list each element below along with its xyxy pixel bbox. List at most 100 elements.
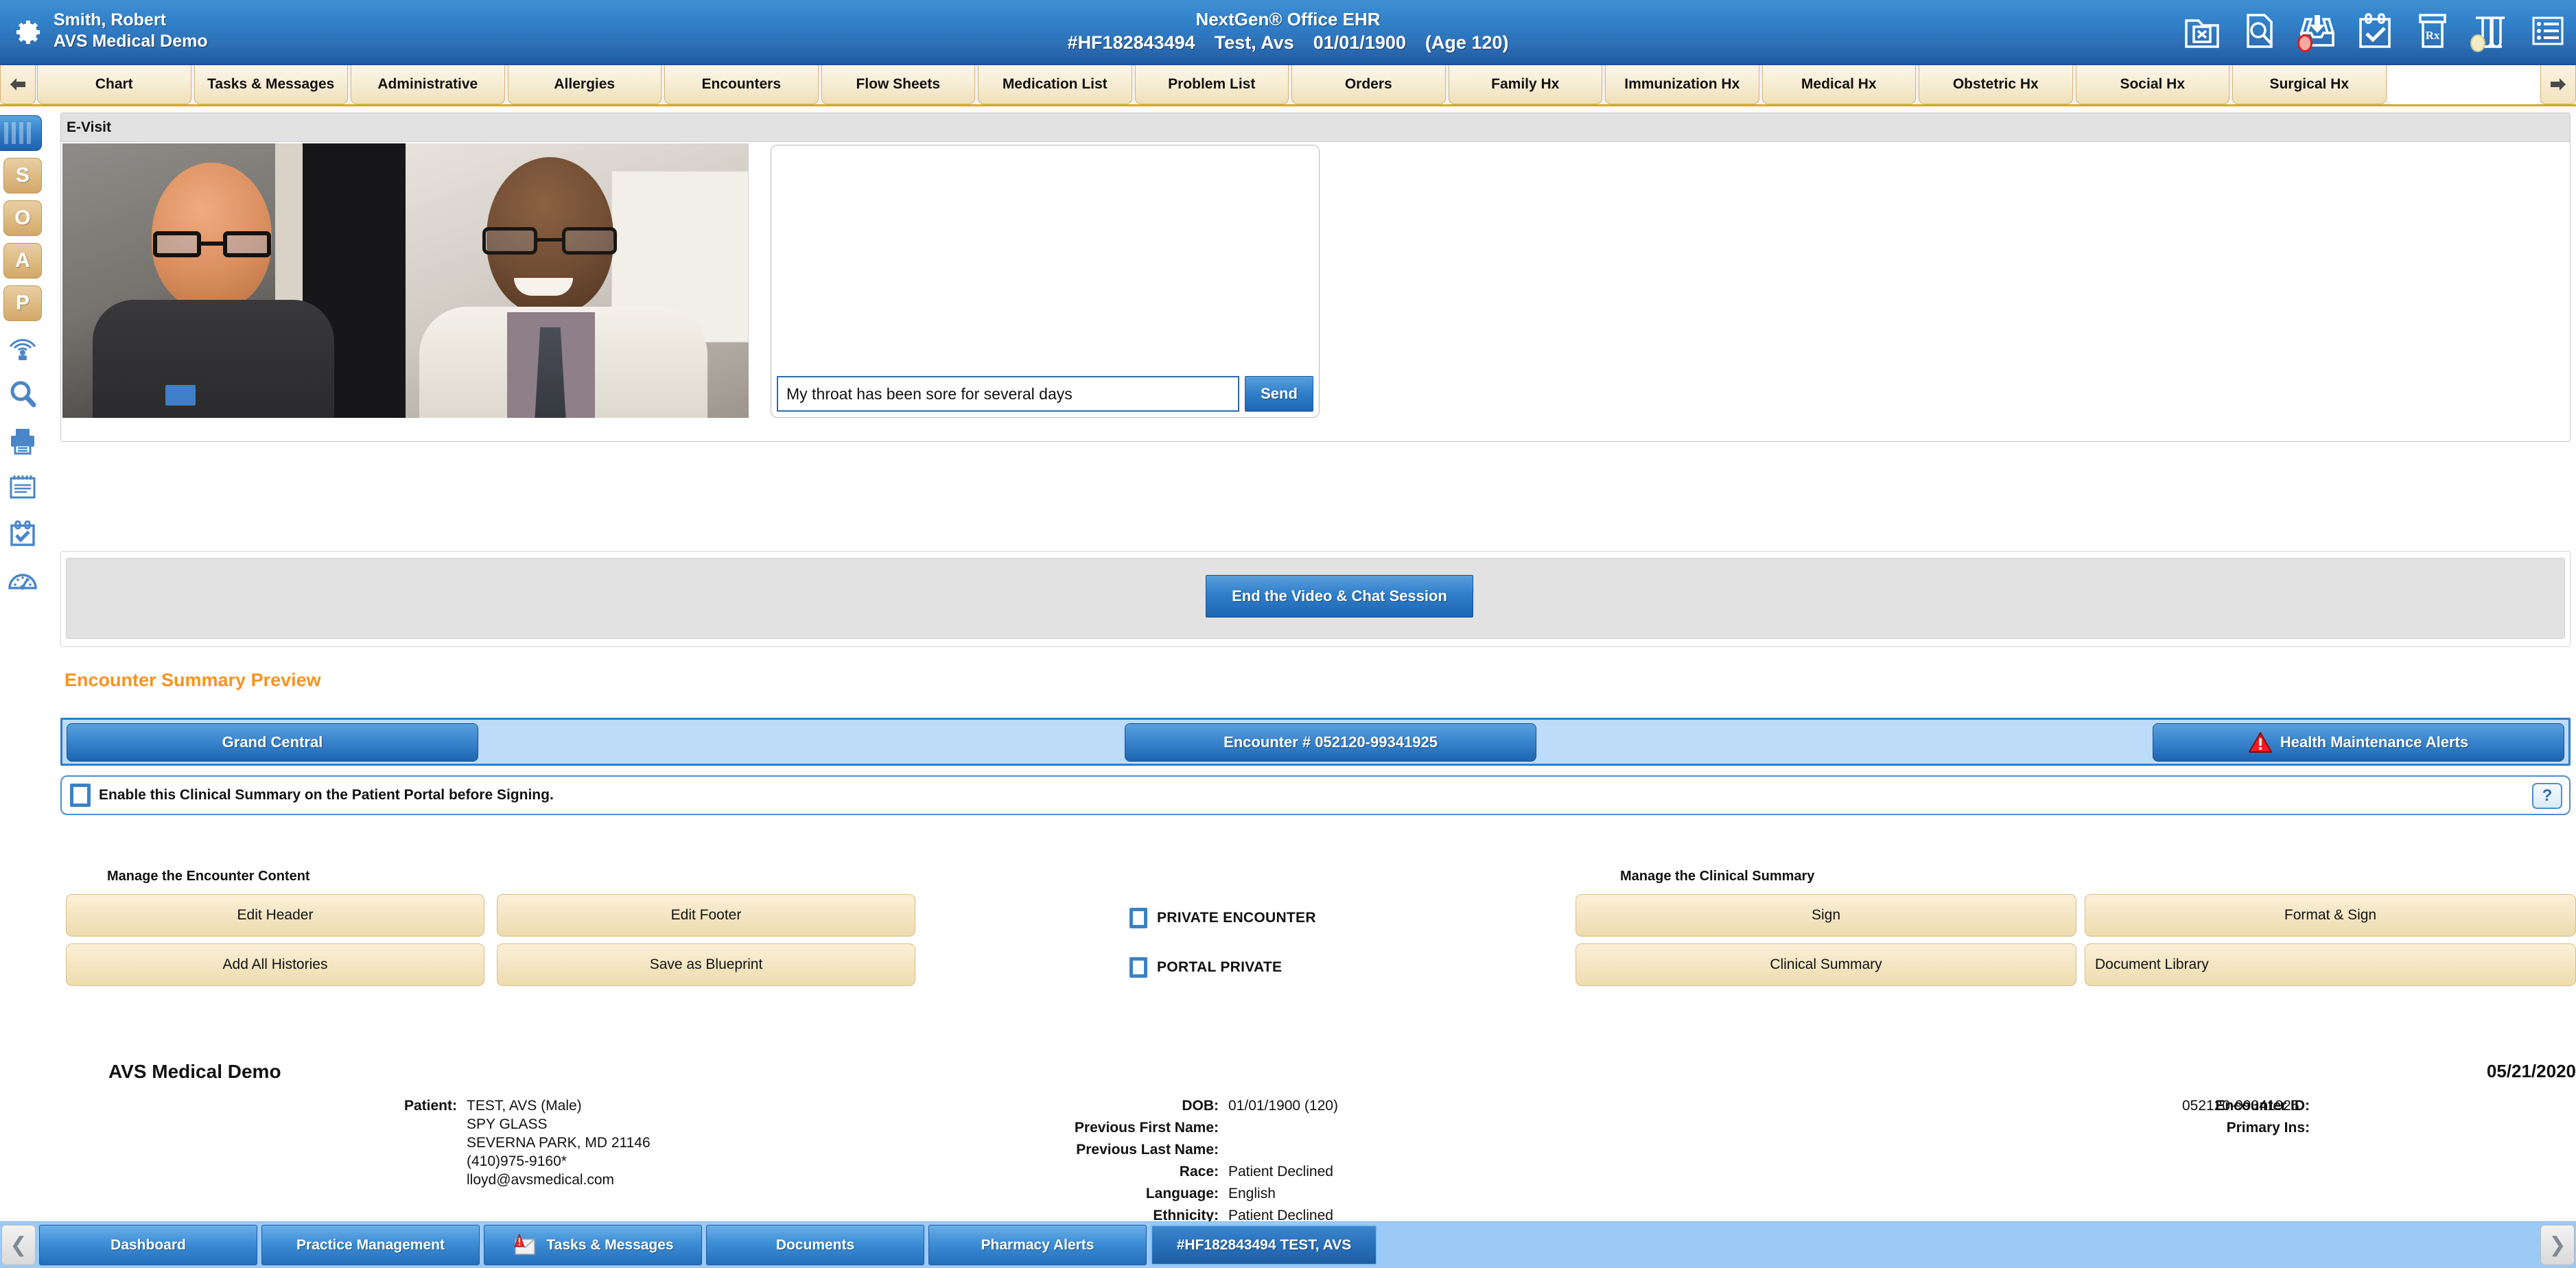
tab-encounters[interactable]: Encounters	[664, 65, 819, 104]
doc-field-race: Race:	[1179, 1164, 1219, 1179]
arrow-left-icon	[10, 78, 25, 91]
arrow-right-icon	[2551, 78, 2566, 91]
tab-allergies[interactable]: Allergies	[507, 65, 661, 104]
chart-book-icon	[3, 122, 31, 144]
tab-chart[interactable]: Chart	[37, 65, 191, 104]
tabs-scroll-left-button[interactable]	[0, 65, 36, 104]
notepad-icon[interactable]	[3, 468, 42, 506]
close-chart-icon[interactable]	[2181, 10, 2223, 52]
app-root: Smith, Robert AVS Medical Demo NextGen® …	[0, 0, 2576, 1268]
manage-encounter-content-title: Manage the Encounter Content	[107, 869, 310, 884]
tab-tasks-messages[interactable]: Tasks & Messages	[194, 65, 348, 104]
portal-private-checkbox[interactable]	[1129, 957, 1147, 978]
patient-dob: 01/01/1900	[1313, 32, 1406, 53]
chart-search-icon[interactable]	[2238, 10, 2281, 52]
tab-obstetric-hx[interactable]: Obstetric Hx	[1919, 65, 2073, 104]
main-content: E-Visit My throat has been sore for seve…	[45, 108, 2576, 1221]
doc-value-dob: 01/01/1900 (120)	[1228, 1098, 1338, 1114]
document-org-name: AVS Medical Demo	[108, 1061, 281, 1082]
doc-field-ethnicity: Ethnicity:	[1153, 1208, 1219, 1221]
doc-value-race: Patient Declined	[1228, 1164, 1333, 1179]
tab-medication-list[interactable]: Medication List	[978, 65, 1132, 104]
edit-footer-button[interactable]: Edit Footer	[497, 894, 915, 937]
video-tile-patient[interactable]	[62, 143, 406, 418]
sidebar-item-soap-o[interactable]: O	[3, 200, 42, 236]
left-sidebar: S O A P	[0, 108, 45, 1221]
search-icon[interactable]	[3, 375, 42, 413]
taskbar-item-dashboard[interactable]: Dashboard	[39, 1225, 257, 1265]
tab-family-hx[interactable]: Family Hx	[1448, 65, 1602, 104]
tab-filler	[2387, 65, 2540, 104]
tab-orders[interactable]: Orders	[1291, 65, 1446, 104]
encounter-number-button[interactable]: Encounter # 052120-99341925	[1125, 723, 1536, 762]
sidebar-item-soap-a[interactable]: A	[3, 243, 42, 279]
portal-private-row: PORTAL PRIVATE	[1129, 957, 1282, 978]
broadcast-icon[interactable]	[3, 328, 42, 366]
doc-value-language: English	[1228, 1186, 1276, 1201]
edit-header-button[interactable]: Edit Header	[66, 894, 484, 937]
app-header: Smith, Robert AVS Medical Demo NextGen® …	[0, 0, 2576, 65]
format-and-sign-button[interactable]: Format & Sign	[2085, 894, 2576, 937]
encounter-action-bar: Grand Central Encounter # 052120-9934192…	[60, 718, 2571, 766]
sidebar-item-soap-s[interactable]: S	[3, 158, 42, 193]
taskbar-item-documents[interactable]: Documents	[706, 1225, 924, 1265]
video-tile-provider[interactable]	[406, 143, 749, 418]
lab-test-tubes-icon[interactable]	[2469, 10, 2511, 52]
clinical-summary-button[interactable]: Clinical Summary	[1576, 943, 2076, 986]
list-menu-icon[interactable]	[2527, 10, 2569, 52]
tab-surgical-hx[interactable]: Surgical Hx	[2232, 65, 2387, 104]
enable-clinical-summary-checkbox[interactable]	[70, 784, 91, 807]
doc-field-language: Language:	[1145, 1186, 1219, 1201]
doc-value-address1: SPY GLASS	[467, 1116, 548, 1132]
taskbar-item-patient-chart[interactable]: #HF182843494 TEST, AVS	[1151, 1225, 1377, 1265]
private-encounter-checkbox[interactable]	[1129, 908, 1147, 928]
doc-field-primary-ins: Primary Ins:	[2226, 1120, 2310, 1136]
tabs-scroll-right-button[interactable]	[2540, 65, 2576, 104]
tab-medical-hx[interactable]: Medical Hx	[1761, 65, 1916, 104]
inbox-download-icon[interactable]	[2296, 10, 2339, 52]
print-icon[interactable]	[3, 421, 42, 460]
document-library-button[interactable]: Document Library	[2085, 943, 2576, 986]
doc-field-dob: DOB:	[1182, 1098, 1219, 1114]
sign-button[interactable]: Sign	[1576, 894, 2076, 937]
sidebar-item-soap-p[interactable]: P	[3, 285, 42, 321]
header-icon-group: Rx	[2181, 10, 2569, 52]
taskbar-item-tasks-messages[interactable]: Tasks & Messages	[484, 1225, 702, 1265]
encounter-summary-preview-title: Encounter Summary Preview	[65, 670, 321, 690]
tab-problem-list[interactable]: Problem List	[1134, 65, 1289, 104]
chevron-right-icon: ❯	[2549, 1234, 2566, 1256]
taskbar-item-practice-management[interactable]: Practice Management	[261, 1225, 480, 1265]
taskbar-scroll-right-button[interactable]: ❯	[2540, 1225, 2575, 1265]
private-encounter-label: PRIVATE ENCOUNTER	[1157, 910, 1316, 926]
calendar-check-icon[interactable]	[2354, 10, 2396, 52]
calendar-check-icon[interactable]	[3, 515, 42, 553]
end-video-chat-session-button[interactable]: End the Video & Chat Session	[1206, 575, 1473, 618]
chat-panel: Send	[771, 145, 1320, 418]
tab-immunization-hx[interactable]: Immunization Hx	[1605, 65, 1759, 104]
taskbar-scroll-left-button[interactable]: ❮	[1, 1225, 36, 1265]
manage-clinical-summary-title: Manage the Clinical Summary	[1620, 869, 1815, 884]
sidebar-item-chart[interactable]	[0, 115, 42, 151]
patient-chart-number: #HF182843494	[1067, 32, 1195, 53]
taskbar-item-pharmacy-alerts[interactable]: Pharmacy Alerts	[928, 1225, 1147, 1265]
prescription-bottle-icon[interactable]: Rx	[2411, 10, 2454, 52]
health-maintenance-alerts-label: Health Maintenance Alerts	[2280, 733, 2469, 751]
help-button[interactable]: ?	[2532, 783, 2562, 809]
send-button[interactable]: Send	[1245, 376, 1313, 412]
inbox-alert-badge	[2297, 34, 2312, 52]
tab-flow-sheets[interactable]: Flow Sheets	[821, 65, 975, 104]
main-tab-strip: Chart Tasks & Messages Administrative Al…	[0, 65, 2576, 106]
grand-central-button[interactable]: Grand Central	[67, 723, 478, 762]
tab-administrative[interactable]: Administrative	[351, 65, 505, 104]
patient-age: (Age 120)	[1425, 32, 1509, 53]
chat-input[interactable]	[777, 376, 1239, 412]
add-all-histories-button[interactable]: Add All Histories	[66, 943, 484, 986]
health-maintenance-alerts-button[interactable]: Health Maintenance Alerts	[2153, 723, 2564, 762]
gauge-icon[interactable]	[3, 561, 42, 600]
video-stage[interactable]	[62, 143, 749, 418]
tab-list: Chart Tasks & Messages Administrative Al…	[36, 65, 2540, 104]
doc-value-email: lloyd@avsmedical.com	[467, 1172, 615, 1188]
save-as-blueprint-button[interactable]: Save as Blueprint	[497, 943, 915, 986]
doc-value-encounter-id: 052120-99341925	[2182, 1098, 2299, 1114]
tab-social-hx[interactable]: Social Hx	[2075, 65, 2229, 104]
